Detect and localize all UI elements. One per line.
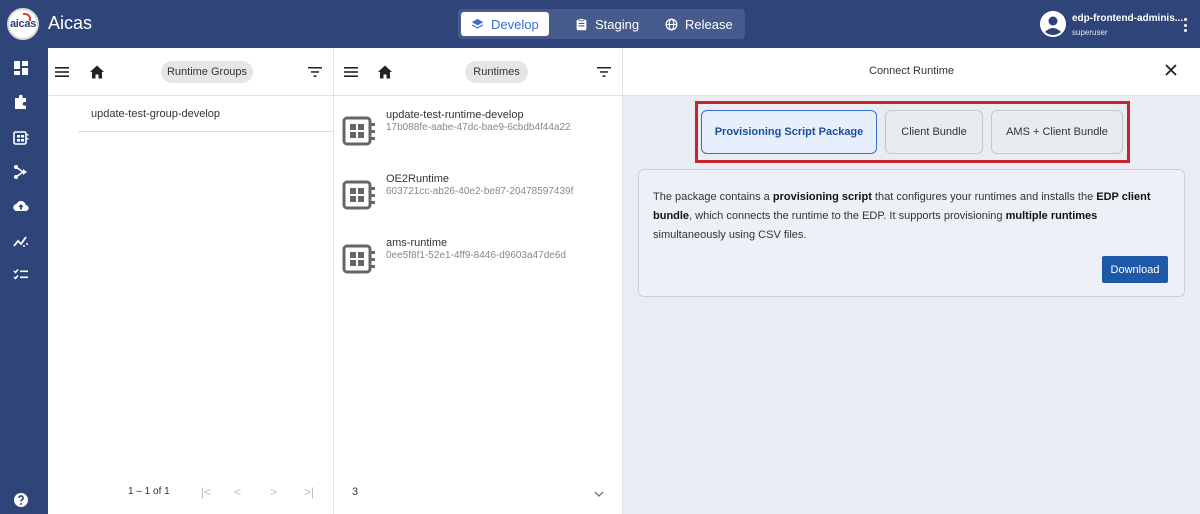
runtime-groups-header: Runtime Groups <box>48 48 333 96</box>
user-avatar-icon <box>1040 11 1066 37</box>
list-item-runtime[interactable]: update-test-runtime-develop 17b088fe-aab… <box>342 100 617 160</box>
tab-develop-label: Develop <box>491 16 539 32</box>
runtime-icon <box>342 180 375 210</box>
next-page-button[interactable]: > <box>270 485 277 499</box>
connect-runtime-title: Connect Runtime <box>869 65 954 77</box>
runtime-groups-panel: Runtime Groups update-test-group-develop… <box>48 48 334 514</box>
aicas-logo[interactable]: aicas <box>7 8 39 40</box>
runtime-grid-icon[interactable] <box>12 129 30 147</box>
pagination-count: 1 – 1 of 1 <box>128 486 170 497</box>
connect-runtime-header: Connect Runtime <box>623 48 1200 96</box>
environment-switcher: Develop Staging Release <box>458 9 745 39</box>
chevron-down-icon[interactable] <box>593 488 605 500</box>
runtime-icon <box>342 244 375 274</box>
pagination: 1 – 1 of 1 |< < > >| <box>48 478 333 514</box>
list-item-runtime[interactable]: OE2Runtime 603721cc-ab26-40e2-be87-20478… <box>342 164 617 224</box>
menu-icon[interactable] <box>54 64 70 80</box>
runtimes-count: 3 <box>352 486 359 498</box>
runtime-id: 603721cc-ab26-40e2-be87-20478597439f <box>386 186 574 197</box>
previous-page-button[interactable]: < <box>234 485 241 499</box>
home-icon[interactable] <box>89 64 105 80</box>
analytics-icon[interactable] <box>12 232 30 250</box>
home-icon[interactable] <box>377 64 393 80</box>
tab-release[interactable]: Release <box>655 12 743 36</box>
help-icon[interactable] <box>12 491 30 509</box>
filter-icon[interactable] <box>307 64 323 80</box>
cloud-upload-icon[interactable] <box>12 197 30 215</box>
description-text: The package contains a provisioning scri… <box>653 191 1151 241</box>
runtimes-panel: Runtimes update-test-runtime-develop 17b… <box>334 48 623 514</box>
user-name: edp-frontend-adminis... <box>1072 13 1184 24</box>
runtime-id: 0ee5f8f1-52e1-4ff9-8446-d9603a47de6d <box>386 250 566 261</box>
runtime-name: ams-runtime <box>386 237 448 249</box>
option-ams-client-bundle[interactable]: AMS + Client Bundle <box>991 110 1123 154</box>
close-icon[interactable] <box>1164 63 1178 77</box>
description-card: The package contains a provisioning scri… <box>638 169 1185 297</box>
runtime-icon <box>342 116 375 146</box>
flow-icon[interactable] <box>12 163 30 181</box>
runtime-name: update-test-runtime-develop <box>386 109 524 121</box>
dashboard-icon[interactable] <box>12 59 30 77</box>
runtimes-chip[interactable]: Runtimes <box>465 61 528 83</box>
runtimes-footer: 3 <box>334 478 622 514</box>
checklist-icon[interactable] <box>12 266 30 284</box>
tab-develop[interactable]: Develop <box>461 12 549 36</box>
option-client-bundle[interactable]: Client Bundle <box>885 110 983 154</box>
top-bar: aicas Aicas Develop Staging Release edp-… <box>0 0 1200 48</box>
layers-icon <box>471 18 484 29</box>
runtime-name: OE2Runtime <box>386 173 449 185</box>
filter-icon[interactable] <box>596 64 612 80</box>
list-item-runtime[interactable]: ams-runtime 0ee5f8f1-52e1-4ff9-8446-d960… <box>342 228 617 288</box>
side-nav <box>0 48 48 514</box>
clipboard-icon <box>576 17 587 30</box>
connect-runtime-panel: Connect Runtime Provisioning Script Pack… <box>623 48 1200 514</box>
tab-staging[interactable]: Staging <box>565 12 649 36</box>
app-title: Aicas <box>48 13 93 33</box>
runtime-groups-chip[interactable]: Runtime Groups <box>161 61 253 83</box>
menu-icon[interactable] <box>343 64 359 80</box>
tab-staging-label: Staging <box>595 16 640 32</box>
puzzle-icon[interactable] <box>12 93 30 111</box>
globe-icon <box>665 18 678 30</box>
option-provisioning-script-package[interactable]: Provisioning Script Package <box>701 110 877 154</box>
tab-release-label: Release <box>685 16 733 32</box>
first-page-button[interactable]: |< <box>201 485 211 499</box>
list-item-runtime-group[interactable]: update-test-group-develop <box>78 102 334 132</box>
runtimes-header: Runtimes <box>334 48 622 96</box>
more-options-icon[interactable] <box>1178 16 1192 34</box>
download-button[interactable]: Download <box>1102 256 1168 283</box>
last-page-button[interactable]: >| <box>304 485 314 499</box>
user-role: superuser <box>1072 28 1108 37</box>
runtime-id: 17b088fe-aabe-47dc-bae9-6cbdb4f44a22 <box>386 122 571 133</box>
